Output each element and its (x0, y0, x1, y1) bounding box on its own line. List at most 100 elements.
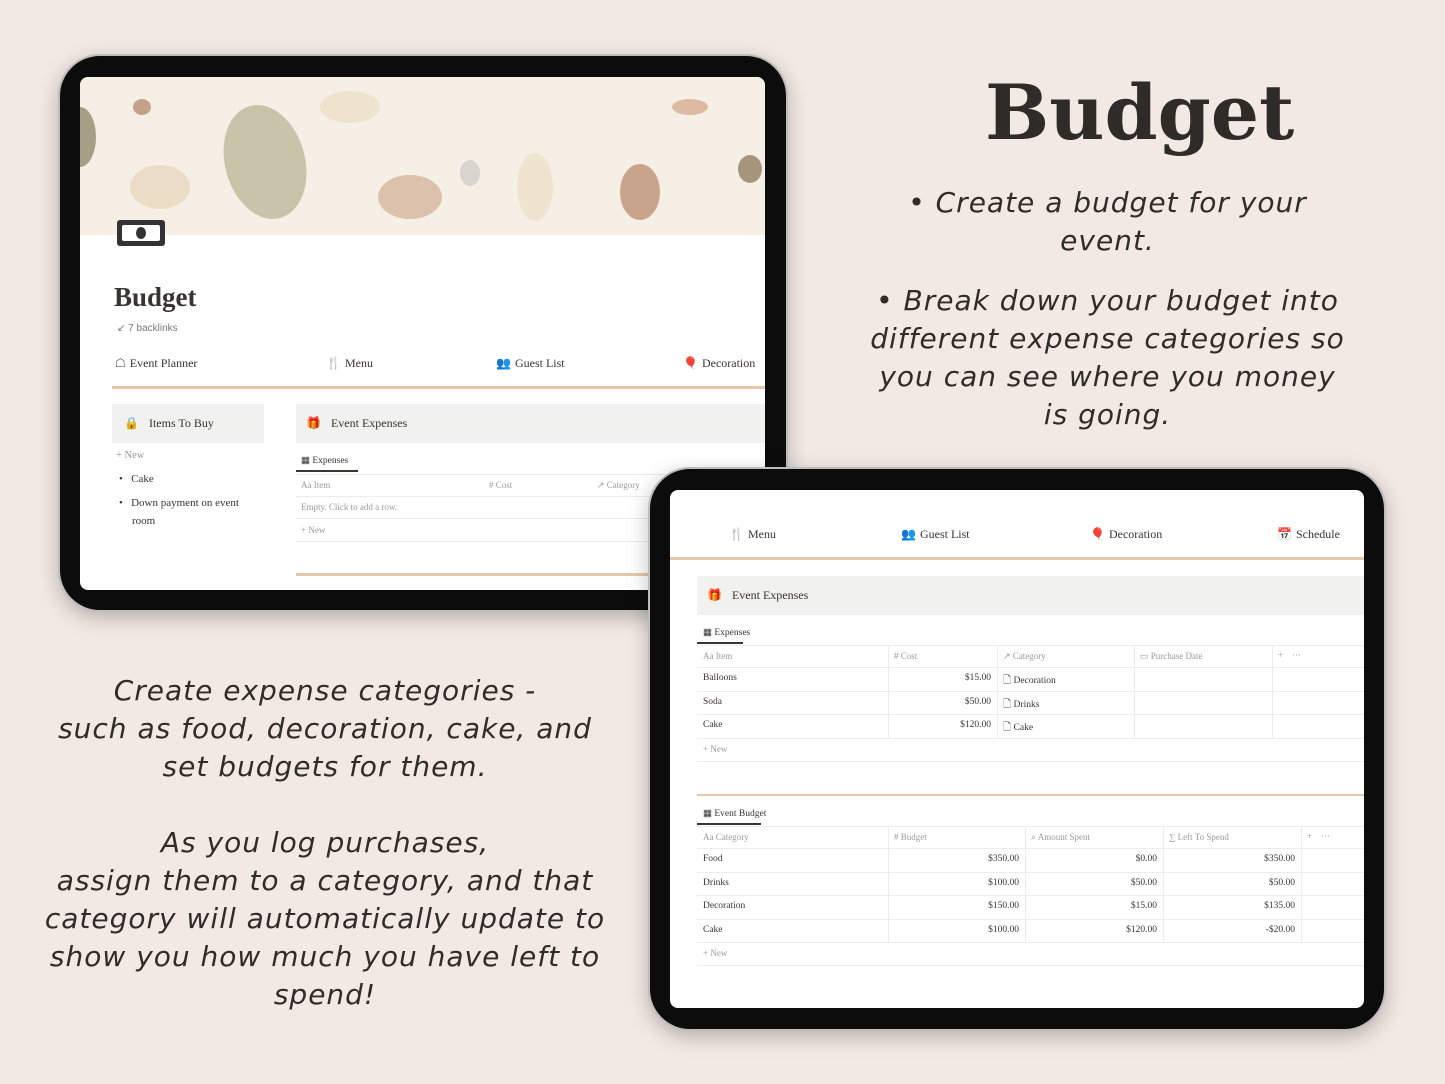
pitch-line: such as food, decoration, cake, and (58, 712, 592, 745)
new-row-button[interactable]: + New (301, 525, 325, 535)
col-header[interactable]: Aa Category (703, 832, 749, 842)
table-cell[interactable]: Soda (703, 697, 722, 707)
bullet-text: you can see where you money (879, 360, 1336, 393)
callout-title: Event Expenses (330, 416, 408, 430)
empty-row[interactable]: Empty. Click to add a row. (301, 502, 397, 512)
table-cell[interactable]: 🗋 Cake (1003, 720, 1033, 737)
balloon-icon: 🎈 (1090, 527, 1105, 541)
cell-value: $15.00 (964, 673, 991, 683)
cell-value: Balloons (703, 673, 737, 683)
items-to-buy-callout: 🔒 Items To Buy (112, 404, 264, 443)
nav-menu[interactable]: 🍴 Menu (326, 356, 373, 371)
col-header[interactable]: ▭ Purchase Date (1140, 651, 1203, 662)
col-label: Category (715, 832, 749, 842)
table-cell[interactable]: $50.00 (888, 697, 991, 707)
table-cell[interactable]: $350.00 (888, 854, 1019, 864)
col-label: Budget (900, 832, 927, 842)
table-icon: ▦ (703, 628, 715, 638)
pitch-line: set budgets for them. (162, 750, 488, 783)
tab-expenses[interactable]: ▦ Expenses (301, 455, 348, 466)
table-cell[interactable]: $150.00 (888, 901, 1019, 911)
tab-label: Event Budget (714, 809, 767, 819)
table-cell[interactable]: $15.00 (1025, 901, 1157, 911)
cell-value: $120.00 (960, 720, 991, 730)
table-cell[interactable]: Decoration (703, 901, 745, 911)
backlinks-link[interactable]: ↙ 7 backlinks (117, 323, 178, 334)
table-cell[interactable]: $50.00 (1025, 878, 1157, 888)
table-cell[interactable]: $100.00 (888, 878, 1019, 888)
table-cell[interactable]: Balloons (703, 673, 737, 683)
col-label: Left To Spend (1177, 832, 1229, 842)
nav-schedule[interactable]: 📅 Schedule (1277, 527, 1340, 542)
col-item[interactable]: Aa Item (301, 480, 330, 490)
cell-value: -$20.00 (1265, 924, 1295, 935)
hero-bullets: • Create a budget for your event. • Brea… (860, 184, 1355, 434)
item-label: Cake (131, 473, 154, 485)
nav-decoration[interactable]: 🎈 Decoration (1090, 527, 1162, 542)
col-header[interactable]: ⌕ Amount Spent (1031, 832, 1090, 843)
table-icon: ▦ (301, 456, 313, 466)
table-cell[interactable]: $100.00 (888, 925, 1019, 935)
col-category[interactable]: ↗ Category (597, 480, 640, 491)
col-label: Cost (495, 480, 513, 490)
table-cell[interactable]: $135.00 (1163, 901, 1295, 911)
tablet2-screen: 🍴 Menu 👥 Guest List 🎈 Decoration 📅 Schedule … (670, 490, 1364, 1008)
bullet-text: • Create a budget for your event. (908, 186, 1307, 257)
cell-value: $350.00 (1264, 854, 1295, 864)
page-icon: 🗋 (1003, 698, 1014, 710)
nav-guest-list[interactable]: 👥 Guest List (901, 527, 970, 542)
nav-decoration[interactable]: 🎈 Decoration (683, 356, 755, 371)
cell-value: $50.00 (1130, 877, 1157, 888)
new-row-button[interactable]: + New (703, 948, 727, 958)
nav-label: Menu (747, 527, 776, 541)
add-column-button[interactable]: + ··· (1307, 831, 1330, 841)
list-item[interactable]: • Cake (119, 473, 154, 485)
list-item[interactable]: • Down payment on event (119, 497, 239, 509)
table-cell[interactable]: 🗋 Decoration (1003, 673, 1056, 690)
add-column-button[interactable]: + ··· (1278, 650, 1301, 660)
table-cell[interactable]: Food (703, 854, 723, 864)
col-header[interactable]: ∑ Left To Spend (1169, 832, 1229, 842)
cell-value: Decoration (703, 901, 746, 911)
col-header[interactable]: # Cost (894, 651, 917, 661)
pitch-text: Create expense categories - such as food… (40, 672, 610, 1014)
col-header[interactable]: ↗ Category (1003, 651, 1046, 662)
table-cell[interactable]: 🗋 Drinks (1003, 697, 1039, 714)
nav-label: Guest List (919, 527, 970, 541)
nav-event-planner[interactable]: ☖ Event Planner (115, 356, 197, 371)
backlinks-label: 7 backlinks (128, 323, 178, 334)
nav-guest-list[interactable]: 👥 Guest List (496, 356, 565, 371)
table-cell[interactable]: Cake (703, 720, 723, 730)
table-cell[interactable]: Cake (703, 925, 723, 935)
tab-expenses[interactable]: ▦ Expenses (703, 627, 750, 638)
table-cell[interactable]: $350.00 (1163, 854, 1295, 864)
table-cell[interactable]: -$20.00 (1163, 925, 1295, 935)
new-label: New (710, 948, 728, 958)
money-icon (117, 220, 165, 246)
party-icon: ☖ (115, 356, 126, 370)
new-row-button[interactable]: + New (703, 744, 727, 754)
table-cell[interactable]: $0.00 (1025, 854, 1157, 864)
col-header[interactable]: Aa Item (703, 651, 732, 661)
table-cell[interactable]: $15.00 (888, 673, 991, 683)
nav-label: Decoration (1108, 527, 1163, 541)
balloon-icon: 🎈 (683, 356, 698, 370)
new-label: New (710, 743, 728, 754)
pitch-line: assign them to a category, and that (56, 864, 594, 897)
new-item-button[interactable]: + New (116, 450, 144, 461)
tab-budget[interactable]: ▦ Event Budget (703, 808, 766, 819)
cell-value: Decoration (1013, 676, 1056, 686)
utensils-icon: 🍴 (326, 356, 341, 370)
nav-menu[interactable]: 🍴 Menu (729, 527, 776, 542)
cell-value: $100.00 (988, 924, 1019, 935)
col-header[interactable]: # Budget (894, 832, 927, 842)
table-cell[interactable]: $120.00 (1025, 925, 1157, 935)
table-cell[interactable]: $120.00 (888, 720, 991, 730)
table-cell[interactable]: Drinks (703, 878, 729, 888)
col-cost[interactable]: # Cost (489, 480, 512, 490)
utensils-icon: 🍴 (729, 527, 744, 541)
hero-title: Budget (985, 68, 1295, 157)
callout-title: Items To Buy (148, 416, 214, 430)
table-cell[interactable]: $50.00 (1163, 878, 1295, 888)
pitch-line: spend! (273, 978, 377, 1011)
